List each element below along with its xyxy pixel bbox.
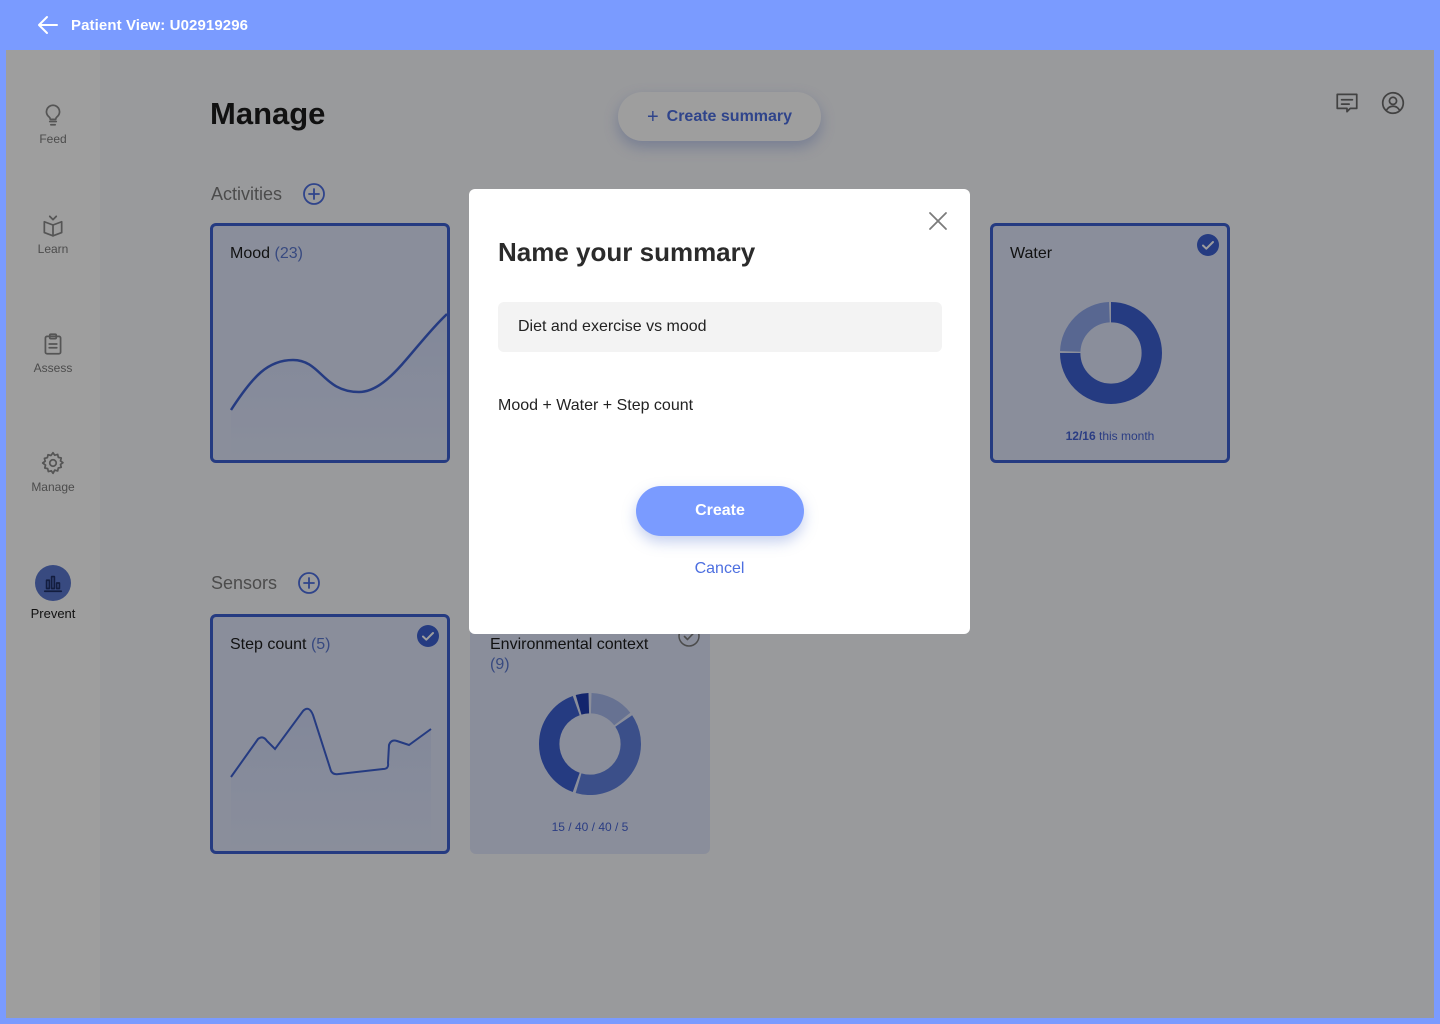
back-arrow-icon[interactable] xyxy=(36,13,60,37)
cancel-button[interactable]: Cancel xyxy=(469,560,970,578)
name-summary-dialog: Name your summary Mood + Water + Step co… xyxy=(469,189,970,634)
dialog-title: Name your summary xyxy=(498,237,756,267)
app-frame: Feed Learn Assess Manage Prevent Manage … xyxy=(6,50,1434,1018)
summary-name-input[interactable] xyxy=(498,302,942,352)
patient-view-title: Patient View: U02919296 xyxy=(71,16,249,34)
summary-combination: Mood + Water + Step count xyxy=(498,397,694,414)
close-icon[interactable] xyxy=(926,209,950,233)
create-button[interactable]: Create xyxy=(636,486,804,536)
top-bar: Patient View: U02919296 xyxy=(0,0,1440,50)
